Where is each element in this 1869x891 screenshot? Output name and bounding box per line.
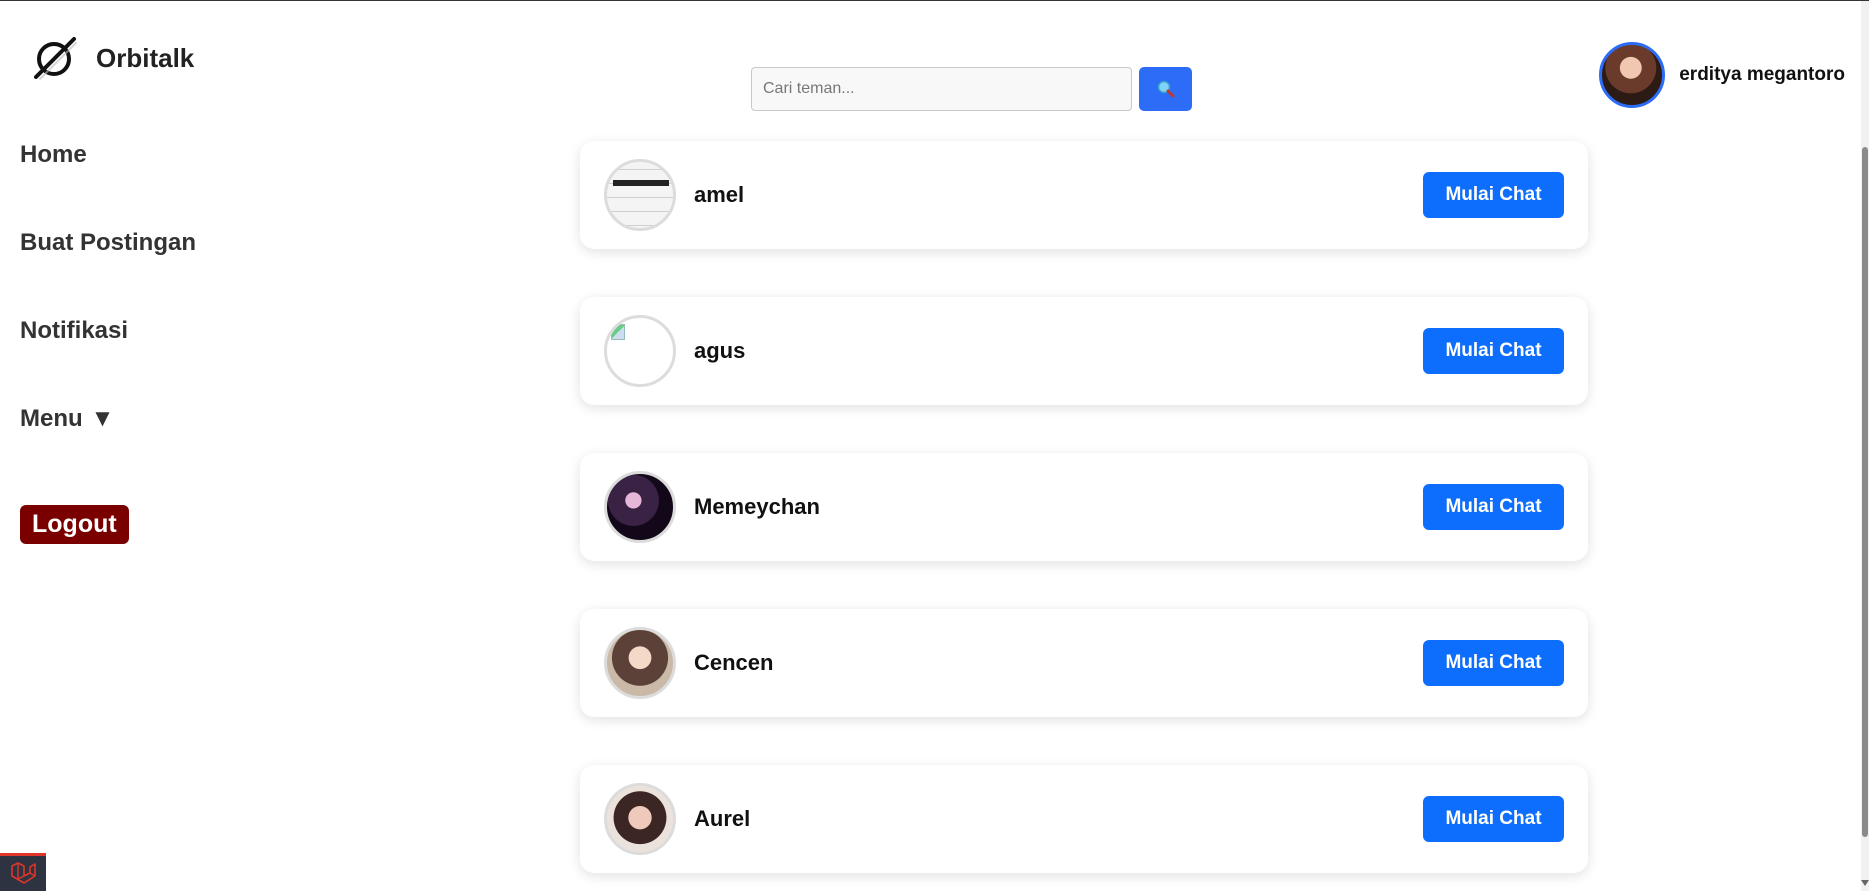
search-bar	[751, 67, 1192, 111]
search-button[interactable]	[1139, 67, 1192, 111]
scrollbar[interactable]	[1861, 1, 1869, 891]
debugbar-toggle[interactable]	[0, 853, 46, 891]
magnifier-icon	[1157, 80, 1174, 98]
logout-button[interactable]: Logout	[20, 505, 129, 544]
sidebar-item-notifikasi[interactable]: Notifikasi	[20, 311, 350, 399]
laravel-icon	[11, 861, 36, 884]
user-name: erditya megantoro	[1679, 64, 1845, 85]
sidebar-item-home[interactable]: Home	[20, 135, 350, 223]
friend-avatar[interactable]	[604, 471, 676, 543]
friend-avatar[interactable]	[604, 783, 676, 855]
start-chat-button[interactable]: Mulai Chat	[1423, 796, 1564, 842]
start-chat-button[interactable]: Mulai Chat	[1423, 484, 1564, 530]
friend-card: Aurel Mulai Chat	[580, 765, 1588, 873]
friend-card: Memeychan Mulai Chat	[580, 453, 1588, 561]
friend-card: Cencen Mulai Chat	[580, 609, 1588, 717]
search-input[interactable]	[751, 67, 1132, 111]
start-chat-button[interactable]: Mulai Chat	[1423, 640, 1564, 686]
dropdown-arrow-icon: ▼	[90, 405, 115, 432]
user-profile[interactable]: erditya megantoro	[1599, 42, 1845, 108]
scrollbar-thumb[interactable]	[1862, 147, 1868, 837]
friend-name: Memeychan	[694, 494, 820, 519]
scroll-down-arrow-icon[interactable]	[1861, 880, 1869, 886]
sidebar-item-buat-postingan[interactable]: Buat Postingan	[20, 223, 350, 311]
friend-avatar[interactable]	[604, 627, 676, 699]
brand[interactable]: Orbitalk	[30, 33, 194, 83]
brand-name: Orbitalk	[96, 42, 195, 73]
friend-name: Cencen	[694, 650, 774, 675]
start-chat-button[interactable]: Mulai Chat	[1423, 172, 1564, 218]
orbit-logo-icon	[34, 37, 77, 80]
friend-list: amel Mulai Chat agus Mulai Chat Memeycha…	[580, 141, 1588, 891]
broken-image-icon	[611, 324, 625, 340]
friend-card: amel Mulai Chat	[580, 141, 1588, 249]
sidebar: Home Buat Postingan Notifikasi Menu ▼ Lo…	[20, 135, 350, 544]
friend-name: agus	[694, 338, 746, 363]
friend-name: amel	[694, 182, 745, 207]
friend-card: agus Mulai Chat	[580, 297, 1588, 405]
start-chat-button[interactable]: Mulai Chat	[1423, 328, 1564, 374]
sidebar-item-label: Menu	[20, 405, 83, 432]
friend-avatar[interactable]	[604, 159, 676, 231]
avatar[interactable]	[1599, 42, 1666, 108]
sidebar-item-menu[interactable]: Menu ▼	[20, 399, 350, 487]
friend-avatar[interactable]	[604, 315, 676, 387]
friend-name: Aurel	[694, 806, 751, 831]
